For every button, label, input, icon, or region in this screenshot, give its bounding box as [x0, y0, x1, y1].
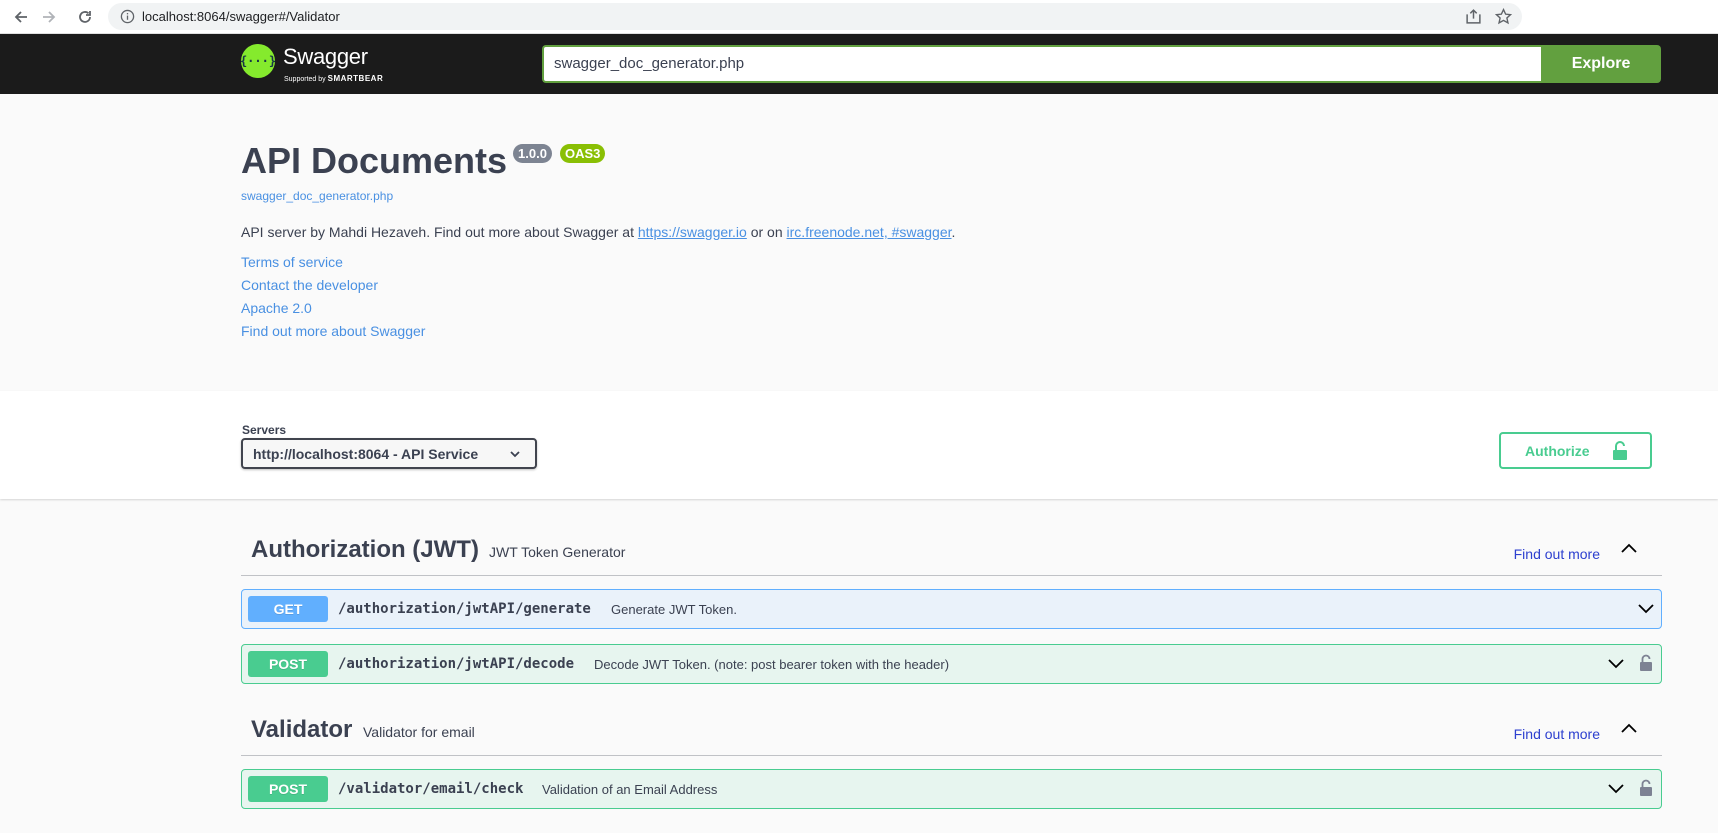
chevron-down-icon[interactable] — [1607, 658, 1625, 670]
arrow-left-icon — [14, 11, 27, 23]
authorize-button[interactable]: Authorize — [1499, 432, 1652, 469]
url-text: localhost:8064/swagger#/Validator — [142, 9, 340, 24]
version-badge: 1.0.0 — [513, 144, 552, 163]
page-title: API Documents — [241, 140, 508, 181]
tag-header-validator[interactable]: Validator Validator for email Find out m… — [241, 706, 1662, 756]
address-bar[interactable]: localhost:8064/swagger#/Validator — [108, 3, 1522, 30]
share-icon[interactable] — [1465, 8, 1482, 25]
operation-summary: Generate JWT Token. — [611, 602, 737, 617]
operation-summary: Validation of an Email Address — [542, 782, 718, 797]
external-docs-link[interactable]: Find out more about Swagger — [241, 323, 425, 339]
servers-select[interactable]: http://localhost:8064 - API Service — [241, 438, 537, 469]
find-out-more-link[interactable]: Find out more — [1514, 546, 1600, 562]
contact-developer-link[interactable]: Contact the developer — [241, 277, 378, 293]
chevron-up-icon[interactable] — [1620, 542, 1638, 554]
swagger-io-link[interactable]: https://swagger.io — [638, 224, 747, 240]
operation-path: /authorization/jwtAPI/generate — [338, 601, 591, 617]
tag-name: Validator — [251, 716, 353, 743]
info-icon[interactable] — [120, 9, 135, 24]
back-button[interactable] — [10, 6, 32, 28]
chevron-down-icon[interactable] — [1607, 783, 1625, 795]
servers-label: Servers — [242, 423, 287, 437]
title-row: API Documents 1.0.0 OAS3 — [241, 140, 606, 182]
swagger-logo-icon: {···} — [240, 44, 276, 78]
forward-button[interactable] — [38, 6, 60, 28]
server-selected-value: http://localhost:8064 - API Service — [253, 446, 479, 462]
operation-path: /validator/email/check — [338, 781, 524, 797]
browser-toolbar: localhost:8064/swagger#/Validator — [0, 0, 1718, 34]
method-badge: POST — [248, 651, 328, 677]
irc-link[interactable]: irc.freenode.net, #swagger — [787, 224, 952, 240]
operation-summary: Decode JWT Token. (note: post bearer tok… — [594, 657, 950, 672]
spec-url-input[interactable]: swagger_doc_generator.php — [542, 45, 1542, 83]
authorize-label: Authorize — [1525, 443, 1590, 459]
terms-of-service-link[interactable]: Terms of service — [241, 254, 343, 270]
scheme-container: Servers http://localhost:8064 - API Serv… — [0, 391, 1718, 499]
license-link[interactable]: Apache 2.0 — [241, 300, 312, 316]
find-out-more-link[interactable]: Find out more — [1514, 726, 1600, 742]
lock-icon[interactable] — [1639, 654, 1653, 672]
reload-icon — [79, 11, 91, 23]
operation-path: /authorization/jwtAPI/decode — [338, 656, 575, 672]
arrow-right-icon — [43, 11, 56, 23]
chevron-down-icon[interactable] — [1637, 603, 1655, 615]
unlock-icon — [1613, 441, 1627, 460]
chevron-up-icon[interactable] — [1620, 722, 1638, 734]
tag-name: Authorization (JWT) — [251, 536, 479, 563]
logo-subtitle: Supported by SMARTBEAR — [284, 74, 384, 83]
logo-text: Swagger — [283, 44, 368, 69]
info-section: API Documents 1.0.0 OAS3 swagger_doc_gen… — [0, 94, 1718, 391]
swagger-topbar: {···} Swagger Supported by SMARTBEAR swa… — [0, 34, 1718, 94]
explore-form: swagger_doc_generator.php Explore — [542, 45, 1661, 83]
chevron-down-icon — [510, 451, 520, 458]
star-icon[interactable] — [1495, 8, 1512, 25]
explore-button[interactable]: Explore — [1541, 45, 1661, 83]
operation-post-email-check[interactable]: POST /validator/email/check Validation o… — [241, 769, 1662, 809]
lock-icon[interactable] — [1639, 779, 1653, 797]
oas-badge: OAS3 — [559, 144, 606, 163]
reload-button[interactable] — [74, 6, 96, 28]
tag-description: JWT Token Generator — [489, 544, 626, 560]
api-description: API server by Mahdi Hezaveh. Find out mo… — [241, 224, 956, 240]
swagger-logo[interactable]: {···} Swagger Supported by SMARTBEAR — [240, 44, 391, 84]
operation-post-decode[interactable]: POST /authorization/jwtAPI/decode Decode… — [241, 644, 1662, 684]
method-badge: GET — [248, 596, 328, 622]
spec-url-link[interactable]: swagger_doc_generator.php — [241, 189, 393, 203]
method-badge: POST — [248, 776, 328, 802]
tag-header-authorization[interactable]: Authorization (JWT) JWT Token Generator … — [241, 526, 1662, 576]
operation-get-generate[interactable]: GET /authorization/jwtAPI/generate Gener… — [241, 589, 1662, 629]
tag-description: Validator for email — [363, 724, 475, 740]
